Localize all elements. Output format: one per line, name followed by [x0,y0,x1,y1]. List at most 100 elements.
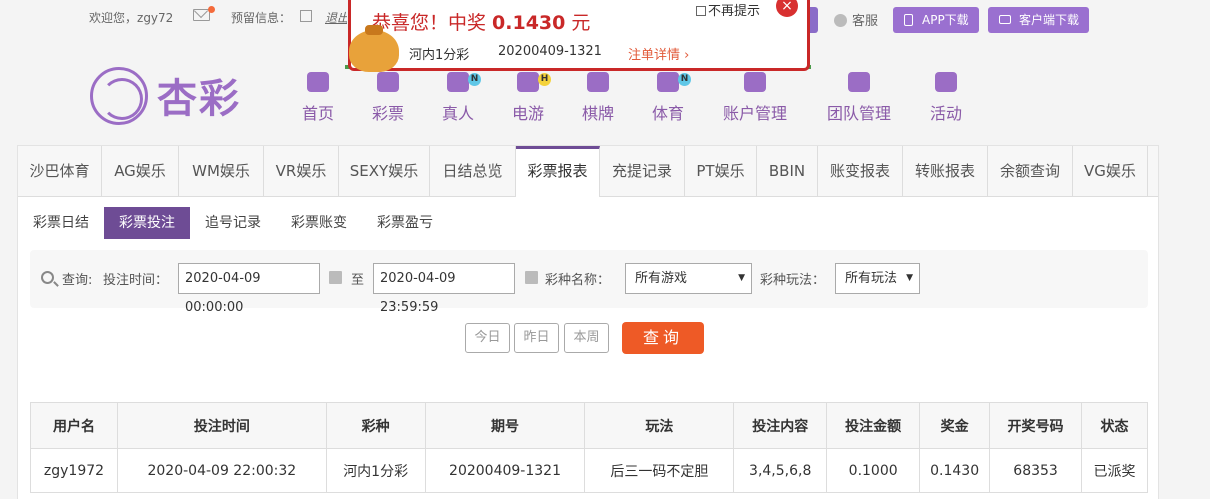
headset-icon [834,14,847,27]
cell-username: zgy1972 [30,448,118,493]
column-header[interactable]: 状态 [1081,402,1148,449]
hot-badge: H [538,73,551,86]
username: zgy72 [137,11,174,25]
no-remind-checkbox[interactable]: 不再提示 [696,0,760,19]
tab-saba[interactable]: 沙巴体育 [18,146,102,197]
bet-detail-link[interactable]: 注单详情 › [628,44,689,63]
to-label: 至 [351,273,365,288]
tab-deposit[interactable]: 充提记录 [600,146,685,197]
end-time-input[interactable]: 2020-04-09 23:59:59 [373,263,515,315]
client-download-button[interactable]: 客户端下载 [988,7,1089,33]
cell-issue: 20200409-1321 [424,448,586,493]
lottery-select[interactable]: 所有游戏 ▼ [625,263,752,294]
nav-account[interactable]: 账户管理 [720,70,790,126]
popup-title: 恭喜您！中奖 0.1430 元 [372,12,591,34]
phone-icon [904,14,913,26]
bet-time-label: 投注时间： [103,273,169,288]
sports-icon [657,72,679,92]
tab-account-change[interactable]: 账变报表 [818,146,903,197]
main-nav: 首页 彩票 N 真人 H 电游 棋牌 N 体育 账户管理 团队管理 活动 [0,70,1210,130]
play-type-label: 彩种玩法： [760,273,826,288]
column-header[interactable]: 投注内容 [733,402,828,449]
yesterday-button[interactable]: 昨日 [514,323,559,353]
checkbox-icon[interactable] [696,6,706,16]
subtab-bets[interactable]: 彩票投注 [104,207,190,239]
start-time-input[interactable]: 2020-04-09 00:00:00 [178,263,320,315]
cell-draw-number: 68353 [989,448,1083,493]
search-label: 查询: [62,273,93,288]
popup-issue: 20200409-1321 [498,44,602,59]
lottery-name-label: 彩种名称： [545,273,611,288]
logout-link[interactable]: 退出 [325,9,347,26]
today-button[interactable]: 今日 [465,323,510,353]
edit-icon[interactable] [300,10,312,22]
welcome-text: 欢迎您，zgy72 [89,11,174,25]
bet-records-table: 用户名 投注时间 彩种 期号 玩法 投注内容 投注金额 奖金 开奖号码 状态 z… [30,402,1148,493]
close-icon[interactable]: × [776,0,798,17]
live-icon [447,72,469,92]
lottery-subtabs: 彩票日结 彩票投注 追号记录 彩票账变 彩票盈亏 [18,207,1158,239]
status-badge: 已派奖 [1081,448,1148,493]
nav-team[interactable]: 团队管理 [824,70,894,126]
cards-icon [587,72,609,92]
win-notification-popup: 恭喜您！中奖 0.1430 元 河内1分彩 20200409-1321 注单详情… [348,0,810,72]
new-badge: N [678,73,691,86]
tab-pt[interactable]: PT娱乐 [685,146,757,197]
column-header[interactable]: 彩种 [325,402,426,449]
tab-transfer[interactable]: 转账报表 [903,146,988,197]
nav-live[interactable]: N 真人 [440,70,481,126]
tab-vr[interactable]: VR娱乐 [264,146,339,197]
chevron-down-icon: ▼ [906,273,913,283]
tab-vg[interactable]: VG娱乐 [1073,146,1148,197]
prize-amount: 0.1430 [492,12,566,34]
column-header[interactable]: 奖金 [919,402,991,449]
nav-sports[interactable]: N 体育 [650,70,691,126]
cell-bet-time: 2020-04-09 22:00:32 [116,448,327,493]
column-header[interactable]: 投注金额 [826,402,921,449]
tab-balance[interactable]: 余额查询 [988,146,1073,197]
service-link[interactable]: 客服 [834,10,878,29]
tab-bbin[interactable]: BBIN [757,146,818,197]
cell-lottery: 河内1分彩 [325,448,426,493]
monitor-icon [999,15,1011,24]
column-header[interactable]: 玩法 [584,402,735,449]
tab-daily[interactable]: 日结总览 [430,146,516,197]
lottery-icon [377,72,399,92]
subtab-daily[interactable]: 彩票日结 [24,207,98,239]
game-icon [517,72,539,92]
table-row[interactable]: zgy1972 2020-04-09 22:00:32 河内1分彩 202004… [30,448,1148,493]
tab-sexy[interactable]: SEXY娱乐 [339,146,430,197]
report-tabs: 沙巴体育 AG娱乐 WM娱乐 VR娱乐 SEXY娱乐 日结总览 彩票报表 充提记… [18,146,1158,197]
team-icon [848,72,870,92]
tab-lottery-report[interactable]: 彩票报表 [516,146,600,197]
home-icon [307,72,329,92]
reserve-info-label: 预留信息： [231,11,292,25]
report-panel: 沙巴体育 AG娱乐 WM娱乐 VR娱乐 SEXY娱乐 日结总览 彩票报表 充提记… [17,145,1159,499]
column-header[interactable]: 投注时间 [116,402,327,449]
nav-cards[interactable]: 棋牌 [580,70,616,126]
nav-lottery[interactable]: 彩票 [370,70,406,126]
nav-egame[interactable]: H 电游 [510,70,551,126]
popup-lottery: 河内1分彩 [409,48,470,63]
column-header[interactable]: 期号 [424,402,586,449]
app-download-button[interactable]: APP下载 [893,7,979,33]
money-bag-icon [349,25,399,72]
play-select[interactable]: 所有玩法 ▼ [835,263,920,294]
filter-bar: 查询: 投注时间： 2020-04-09 00:00:00 至 2020-04-… [30,250,1148,315]
calendar-icon[interactable] [525,271,538,284]
subtab-change[interactable]: 彩票账变 [282,207,356,239]
subtab-profit[interactable]: 彩票盈亏 [368,207,442,239]
column-header[interactable]: 用户名 [30,402,118,449]
cell-amount: 0.1000 [826,448,921,493]
chevron-down-icon: ▼ [738,273,745,283]
query-button[interactable]: 查询 [622,322,704,354]
tab-wm[interactable]: WM娱乐 [179,146,264,197]
calendar-icon[interactable] [329,271,342,284]
nav-activity[interactable]: 活动 [928,70,964,126]
nav-home[interactable]: 首页 [300,70,336,126]
column-header[interactable]: 开奖号码 [989,402,1083,449]
subtab-chase[interactable]: 追号记录 [196,207,270,239]
this-week-button[interactable]: 本周 [564,323,609,353]
tab-ag[interactable]: AG娱乐 [102,146,179,197]
cell-content: 3,4,5,6,8 [733,448,828,493]
